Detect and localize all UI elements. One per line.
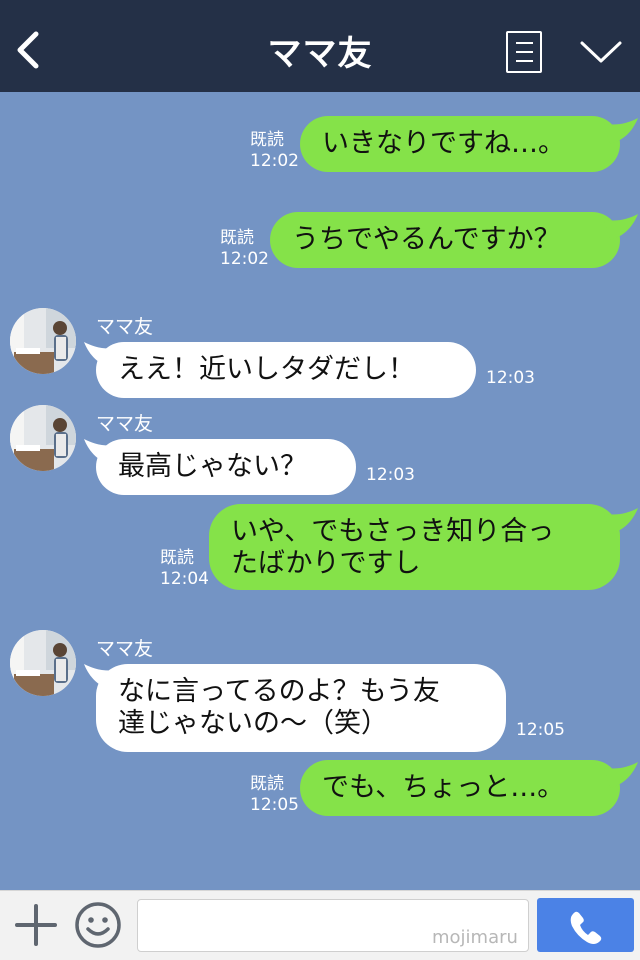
message-text-line: いや、でもさっき知り合っ — [231, 516, 555, 547]
message-meta: 既読 12:02 — [220, 228, 269, 270]
message-time: 12:02 — [250, 151, 299, 171]
message-row-received: ママ友 なに言ってるのよ？もう友 達じゃないの～（笑） 12:05 — [0, 628, 640, 756]
message-time: 12:03 — [486, 368, 535, 388]
sender-name: ママ友 — [96, 316, 154, 338]
bubble-tail — [604, 508, 638, 534]
read-receipt: 既読 — [250, 774, 284, 794]
message-text: いきなりですね…。 — [322, 128, 565, 159]
avatar-image — [10, 308, 76, 374]
call-button[interactable] — [537, 898, 634, 952]
message-meta: 既読 12:02 — [250, 130, 299, 172]
sender-name: ママ友 — [96, 638, 154, 660]
avatar-image — [10, 630, 76, 696]
sender-name: ママ友 — [96, 413, 154, 435]
message-bubble-received[interactable]: なに言ってるのよ？もう友 達じゃないの～（笑） — [96, 664, 506, 752]
message-input-bar: mojimaru — [0, 890, 640, 960]
message-row-received: ママ友 最高じゃない？ 12:03 — [0, 403, 640, 499]
message-time: 12:04 — [160, 569, 209, 589]
message-bubble-sent[interactable]: いきなりですね…。 — [300, 116, 620, 172]
message-row-sent: 既読 12:05 でも、ちょっと…。 — [0, 756, 640, 820]
message-text-line: たばかりですし — [231, 548, 421, 579]
add-attachment-button[interactable] — [14, 903, 58, 947]
read-receipt: 既読 — [160, 548, 194, 568]
message-text-line: 達じゃないの～（笑） — [118, 708, 388, 739]
chevron-down-icon — [580, 41, 622, 63]
message-text: ええ！近いしタダだし！ — [118, 354, 415, 385]
chat-header: ママ友 — [0, 0, 640, 92]
avatar[interactable] — [10, 308, 76, 374]
plus-icon — [15, 904, 57, 946]
bubble-tail — [604, 118, 638, 144]
message-text: 最高じゃない？ — [118, 451, 307, 482]
notes-button[interactable] — [506, 31, 542, 73]
message-time: 12:05 — [250, 795, 299, 815]
chat-title: ママ友 — [267, 34, 373, 74]
message-time: 12:05 — [516, 720, 565, 740]
message-bubble-sent[interactable]: うちでやるんですか？ — [270, 212, 620, 268]
emoji-button[interactable] — [74, 901, 122, 949]
menu-dropdown-button[interactable] — [578, 36, 624, 66]
message-bubble-received[interactable]: ええ！近いしタダだし！ — [96, 342, 476, 398]
message-bubble-sent[interactable]: でも、ちょっと…。 — [300, 760, 620, 816]
phone-icon — [570, 911, 602, 944]
message-meta: 既読 12:05 — [250, 774, 299, 816]
bubble-tail — [604, 214, 638, 240]
avatar[interactable] — [10, 630, 76, 696]
message-row-sent: 既読 12:04 いや、でもさっき知り合っ たばかりですし — [0, 500, 640, 596]
read-receipt: 既読 — [220, 228, 254, 248]
bubble-tail — [604, 762, 638, 788]
message-row-received: ママ友 ええ！近いしタダだし！ 12:03 — [0, 306, 640, 402]
message-bubble-received[interactable]: 最高じゃない？ — [96, 439, 356, 495]
avatar-image — [10, 405, 76, 471]
message-time: 12:02 — [220, 249, 269, 269]
message-meta: 既読 12:04 — [160, 548, 209, 590]
watermark-text: mojimaru — [432, 927, 518, 948]
message-time: 12:03 — [366, 465, 415, 485]
message-text: でも、ちょっと…。 — [322, 772, 565, 803]
smiley-icon — [75, 902, 121, 948]
message-text-line: なに言ってるのよ？もう友 — [118, 676, 440, 707]
avatar[interactable] — [10, 405, 76, 471]
message-bubble-sent[interactable]: いや、でもさっき知り合っ たばかりですし — [209, 504, 620, 590]
message-text: うちでやるんですか？ — [292, 224, 561, 255]
message-row-sent: 既読 12:02 いきなりですね…。 — [0, 112, 640, 176]
message-row-sent: 既読 12:02 うちでやるんですか？ — [0, 208, 640, 272]
read-receipt: 既読 — [250, 130, 284, 150]
